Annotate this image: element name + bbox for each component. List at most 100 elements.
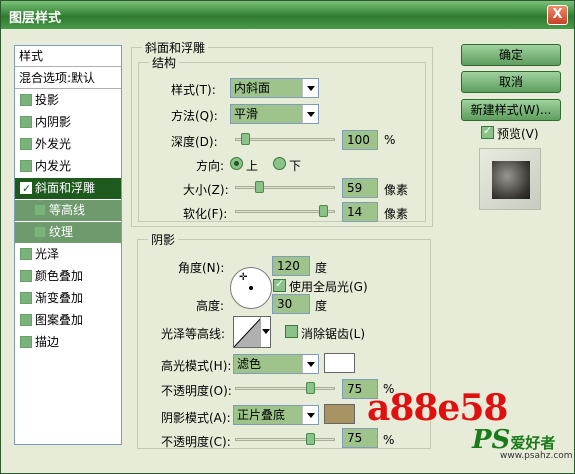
style-checkbox[interactable] bbox=[20, 336, 32, 348]
window-title: 图层样式 bbox=[9, 11, 62, 26]
shading-group-title: 阴影 bbox=[148, 231, 179, 248]
list-item-6[interactable]: 纹理 bbox=[15, 222, 121, 243]
watermark-text: a88e58 bbox=[367, 387, 508, 429]
logo-url-text: www.psahz.com bbox=[500, 451, 573, 461]
soften-slider[interactable] bbox=[235, 205, 335, 217]
site-logo: PS爱好者 www.psahz.com bbox=[472, 425, 573, 469]
soften-input[interactable]: 14 bbox=[342, 202, 378, 222]
angle-input[interactable]: 120 bbox=[272, 256, 310, 276]
style-label: 样式(T): bbox=[171, 83, 216, 97]
antialiased-label: 消除锯齿(L) bbox=[301, 327, 366, 341]
list-item-9[interactable]: 渐变叠加 bbox=[15, 288, 121, 309]
list-item-3[interactable]: 内发光 bbox=[15, 156, 121, 177]
new-style-button[interactable]: 新建样式(W)... bbox=[461, 99, 561, 121]
soften-label: 软化(F): bbox=[183, 207, 228, 221]
style-checkbox[interactable] bbox=[20, 270, 32, 282]
angle-unit: 度 bbox=[315, 261, 328, 275]
direction-down-label: 下 bbox=[289, 159, 302, 173]
direction-down-radio[interactable] bbox=[273, 157, 286, 170]
list-item-10[interactable]: 图案叠加 bbox=[15, 310, 121, 331]
list-item-0[interactable]: 投影 bbox=[15, 90, 121, 111]
style-checkbox[interactable] bbox=[20, 292, 32, 304]
list-item-11[interactable]: 描边 bbox=[15, 332, 121, 353]
contour-curve-icon bbox=[233, 316, 263, 348]
style-list: 样式 混合选项:默认 投影内阴影外发光内发光斜面和浮雕等高线纹理光泽颜色叠加渐变… bbox=[14, 45, 122, 445]
size-unit: 像素 bbox=[384, 183, 409, 197]
ok-button[interactable]: 确定 bbox=[461, 44, 561, 66]
global-light-label: 使用全局光(G) bbox=[289, 280, 368, 294]
altitude-label: 高度: bbox=[196, 299, 225, 313]
altitude-input[interactable]: 30 bbox=[272, 294, 310, 314]
style-checkbox[interactable] bbox=[20, 314, 32, 326]
list-item-7[interactable]: 光泽 bbox=[15, 244, 121, 265]
title-bar[interactable]: 图层样式 X bbox=[1, 1, 574, 29]
list-item-1[interactable]: 内阴影 bbox=[15, 112, 121, 133]
shadow-mode-value: 正片叠底 bbox=[237, 408, 286, 422]
size-slider[interactable] bbox=[235, 181, 335, 193]
shadow-opacity-unit: % bbox=[383, 433, 395, 447]
list-item-label: 渐变叠加 bbox=[35, 291, 84, 305]
style-checkbox[interactable] bbox=[20, 138, 32, 150]
gloss-contour-picker[interactable] bbox=[233, 316, 271, 348]
shadow-mode-select[interactable]: 正片叠底 bbox=[233, 405, 319, 425]
angle-dial[interactable]: ✛ bbox=[230, 267, 272, 309]
list-item-5[interactable]: 等高线 bbox=[15, 200, 121, 221]
list-item-label: 内阴影 bbox=[35, 115, 72, 129]
highlight-mode-select[interactable]: 滤色 bbox=[233, 354, 319, 374]
antialiased-checkbox[interactable] bbox=[285, 325, 298, 338]
shadow-opacity-thumb[interactable] bbox=[306, 433, 315, 445]
highlight-mode-value: 滤色 bbox=[237, 357, 262, 371]
chevron-down-icon bbox=[302, 105, 318, 123]
depth-slider-thumb[interactable] bbox=[241, 133, 250, 145]
chevron-down-icon bbox=[302, 79, 318, 97]
highlight-opacity-slider[interactable] bbox=[235, 382, 335, 394]
global-light-checkbox[interactable] bbox=[273, 277, 286, 292]
style-checkbox[interactable] bbox=[20, 248, 32, 260]
size-input[interactable]: 59 bbox=[342, 178, 378, 198]
list-item-2[interactable]: 外发光 bbox=[15, 134, 121, 155]
direction-up-radio[interactable] bbox=[230, 157, 243, 170]
highlight-color-swatch[interactable] bbox=[324, 353, 355, 373]
technique-select[interactable]: 平滑 bbox=[230, 104, 319, 124]
style-checkbox[interactable] bbox=[20, 178, 32, 199]
depth-label: 深度(D): bbox=[171, 135, 218, 149]
style-checkbox[interactable] bbox=[20, 160, 32, 172]
shadow-color-swatch[interactable] bbox=[324, 404, 355, 424]
layer-style-dialog: 图层样式 X 样式 混合选项:默认 投影内阴影外发光内发光斜面和浮雕等高线纹理光… bbox=[0, 0, 575, 474]
style-preview-thumbnail bbox=[479, 148, 541, 210]
list-header-styles[interactable]: 样式 bbox=[15, 46, 121, 67]
style-checkbox[interactable] bbox=[34, 204, 46, 216]
soften-unit: 像素 bbox=[384, 207, 409, 221]
soften-slider-thumb[interactable] bbox=[319, 205, 328, 217]
chevron-down-icon bbox=[260, 317, 270, 347]
close-button[interactable]: X bbox=[547, 5, 568, 25]
list-item-label: 图案叠加 bbox=[35, 313, 84, 327]
depth-input[interactable]: 100 bbox=[342, 130, 378, 150]
list-item-label: 外发光 bbox=[35, 137, 72, 151]
size-slider-thumb[interactable] bbox=[255, 181, 264, 193]
preview-label: 预览(V) bbox=[497, 127, 539, 141]
shadow-opacity-slider[interactable] bbox=[235, 433, 335, 445]
style-select[interactable]: 内斜面 bbox=[230, 78, 319, 98]
depth-slider[interactable] bbox=[235, 133, 335, 145]
list-item-label: 等高线 bbox=[49, 203, 86, 217]
shadow-opacity-input[interactable]: 75 bbox=[342, 428, 378, 448]
chevron-down-icon bbox=[302, 355, 318, 373]
style-checkbox[interactable] bbox=[20, 94, 32, 106]
list-item-label: 光泽 bbox=[35, 247, 60, 261]
list-item-blend-options[interactable]: 混合选项:默认 bbox=[15, 68, 121, 89]
highlight-opacity-thumb[interactable] bbox=[306, 382, 315, 394]
style-checkbox[interactable] bbox=[34, 226, 46, 238]
crosshair-icon: ✛ bbox=[239, 272, 248, 283]
shadow-mode-label: 阴影模式(A): bbox=[161, 411, 231, 425]
list-item-label: 投影 bbox=[35, 93, 60, 107]
bevel-emboss-group: 斜面和浮雕 结构 样式(T): 内斜面 方法(Q): 平滑 深度(D): 100… bbox=[131, 39, 433, 227]
list-item-4[interactable]: 斜面和浮雕 bbox=[15, 178, 121, 199]
list-item-8[interactable]: 颜色叠加 bbox=[15, 266, 121, 287]
style-checkbox[interactable] bbox=[20, 116, 32, 128]
gloss-contour-label: 光泽等高线: bbox=[161, 327, 226, 341]
angle-label: 角度(N): bbox=[178, 261, 225, 275]
cancel-button[interactable]: 取消 bbox=[461, 71, 561, 93]
preview-checkbox[interactable] bbox=[481, 124, 494, 139]
shadow-opacity-label: 不透明度(C): bbox=[161, 435, 231, 449]
